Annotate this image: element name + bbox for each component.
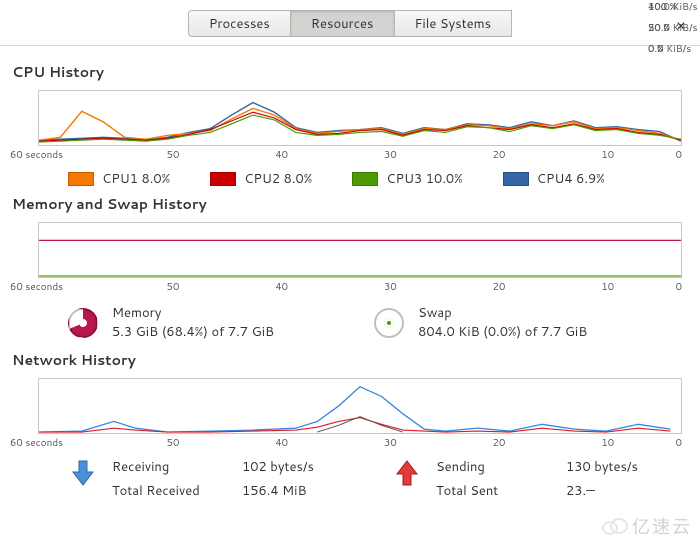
cpu1-legend[interactable]: CPU1 8.0% [68,170,170,188]
cpu3-legend[interactable]: CPU3 10.0% [352,170,462,188]
send-total: 23.— [566,482,676,500]
cpu2-legend[interactable]: CPU2 8.0% [210,170,312,188]
mem-x-axis: 60 seconds 50 40 30 20 10 0 [10,280,682,294]
memory-item[interactable]: Memory 5.3 GiB (68.4%) of 7.7 GiB [68,304,274,342]
cpu-legend: CPU1 8.0% CPU2 8.0% CPU3 10.0% CPU4 6.9% [68,170,690,188]
watermark: 亿速云 [602,513,692,539]
mem-section-title: Memory and Swap History [12,194,690,214]
swap-pie-icon [374,308,404,338]
cpu-chart-row: 60 seconds 50 40 30 20 10 0 100 % 50 % 0… [10,90,690,162]
send-label: Sending [436,458,566,476]
download-arrow-icon [68,458,98,488]
send-rate: 130 bytes/s [566,458,676,476]
net-y-axis: 40.0 KiB/s 20.0 KiB/s 0.0 KiB/s [648,0,700,56]
cpu3-swatch [352,172,378,186]
tab-processes[interactable]: Processes [188,10,291,37]
cpu4-swatch [503,172,529,186]
cpu4-legend[interactable]: CPU4 6.9% [503,170,605,188]
cpu-chart [38,90,682,146]
memory-label: Memory [112,304,274,323]
tab-bar: Processes Resources File Systems × [0,0,700,46]
swap-detail: 804.0 KiB (0.0%) of 7.7 GiB [418,323,587,342]
recv-rate: 102 bytes/s [242,458,352,476]
cpu-section-title: CPU History [12,62,690,82]
upload-arrow-icon [392,458,422,488]
net-x-axis: 60 seconds 50 40 30 20 10 0 [10,436,682,450]
tab-resources[interactable]: Resources [291,10,395,37]
net-chart-row: 60 seconds 50 40 30 20 10 0 40.0 KiB/s 2… [10,378,690,450]
net-chart [38,378,682,434]
recv-total-label: Total Received [112,482,242,500]
cpu1-swatch [68,172,94,186]
net-section-title: Network History [12,350,690,370]
swap-item[interactable]: Swap 804.0 KiB (0.0%) of 7.7 GiB [374,304,587,342]
swap-label: Swap [418,304,587,323]
recv-total: 156.4 MiB [242,482,352,500]
content-area: CPU History 60 seconds 50 40 30 20 10 0 [0,46,700,506]
net-send-block: Sending 130 bytes/s Total Sent 23.— [392,458,676,500]
tab-filesystems[interactable]: File Systems [395,10,513,37]
memory-pie-icon [68,308,98,338]
mem-chart-row: 60 seconds 50 40 30 20 10 0 100 % 50 % 0… [10,222,690,294]
memory-detail: 5.3 GiB (68.4%) of 7.7 GiB [112,323,274,342]
mem-swap-info: Memory 5.3 GiB (68.4%) of 7.7 GiB Swap 8… [68,304,690,342]
send-total-label: Total Sent [436,482,566,500]
net-stats: Receiving 102 bytes/s Total Received 156… [68,458,690,500]
recv-label: Receiving [112,458,242,476]
net-recv-block: Receiving 102 bytes/s Total Received 156… [68,458,352,500]
mem-chart [38,222,682,278]
cpu-x-axis: 60 seconds 50 40 30 20 10 0 [10,148,682,162]
cpu2-swatch [210,172,236,186]
